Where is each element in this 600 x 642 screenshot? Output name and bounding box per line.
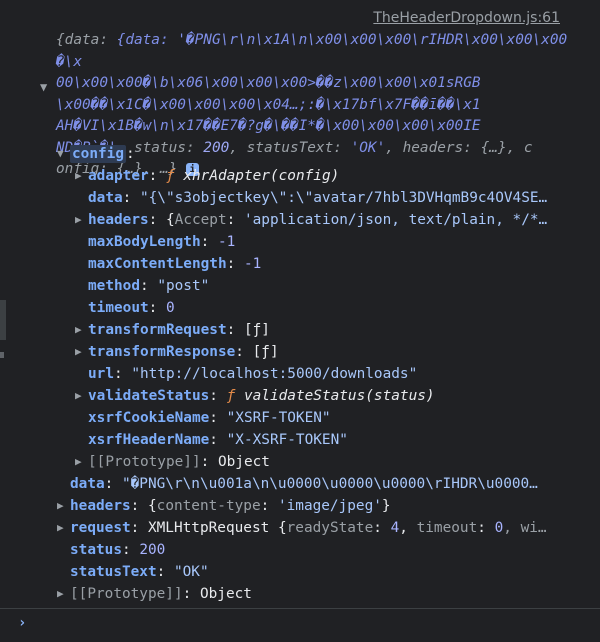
response-request-row[interactable]: request: XMLHttpRequest {readyState: 4, …	[70, 517, 590, 539]
config-prototype-row[interactable]: [[Prototype]]: Object	[88, 451, 270, 473]
config-adapter-row[interactable]: adapter: ƒ xhrAdapter(config)	[88, 165, 339, 187]
expand-arrow-icon[interactable]: ▼	[40, 80, 47, 94]
config-url-row[interactable]: url: "http://localhost:5000/downloads"	[88, 363, 417, 385]
config-xsrfheadername-row[interactable]: xsrfHeaderName: "X-XSRF-TOKEN"	[88, 429, 348, 451]
console-prompt-icon: ›	[18, 615, 27, 631]
config-transformresponse-row[interactable]: transformResponse: [ƒ]	[88, 341, 279, 363]
collapse-config-icon[interactable]: ▼	[57, 147, 67, 160]
response-statustext-row[interactable]: statusText: "OK"	[70, 561, 209, 583]
summary-line-1: {data: {data: '�PNG\r\n\x1A\n\x00\x00\x0…	[56, 32, 568, 70]
expand-validatestatus-icon[interactable]: ▶	[75, 389, 85, 402]
config-xsrfcookiename-row[interactable]: xsrfCookieName: "XSRF-TOKEN"	[88, 407, 331, 429]
expand-response-prototype-icon[interactable]: ▶	[57, 587, 67, 600]
source-file-link[interactable]: TheHeaderDropdown.js:61	[373, 10, 560, 26]
expand-adapter-icon[interactable]: ▶	[75, 169, 85, 182]
config-timeout-row[interactable]: timeout: 0	[88, 297, 175, 319]
expand-transformresponse-icon[interactable]: ▶	[75, 345, 85, 358]
config-row[interactable]: config:	[70, 143, 135, 165]
config-method-row[interactable]: method: "post"	[88, 275, 209, 297]
response-headers-row[interactable]: headers: {content-type: 'image/jpeg'}	[70, 495, 391, 517]
summary-line-2: 00\x00\x00�\b\x06\x00\x00\x00>��z\x00\x0…	[56, 75, 481, 91]
response-prototype-row[interactable]: [[Prototype]]: Object	[70, 583, 252, 605]
response-data-row[interactable]: data: "�PNG\r\n\u001a\n\u0000\u0000\u000…	[70, 473, 590, 495]
expand-request-icon[interactable]: ▶	[57, 521, 67, 534]
config-maxcontentlength-row[interactable]: maxContentLength: -1	[88, 253, 261, 275]
summary-line-4: AH�VI\x1B�w\n\x17��E7�?g�\��I*�\x00\x00\…	[56, 118, 481, 134]
gutter-tick	[0, 352, 4, 358]
config-key: config	[70, 145, 126, 163]
expand-headers-icon[interactable]: ▶	[75, 213, 85, 226]
console-input[interactable]: ›	[0, 608, 600, 642]
config-headers-row[interactable]: headers: {Accept: 'application/json, tex…	[88, 209, 588, 231]
expand-response-headers-icon[interactable]: ▶	[57, 499, 67, 512]
config-maxbodylength-row[interactable]: maxBodyLength: -1	[88, 231, 235, 253]
expand-config-prototype-icon[interactable]: ▶	[75, 455, 85, 468]
summary-line-3: \x00��\x1C�\x00\x00\x00\x04…;:�\x17bf\x7…	[56, 96, 481, 113]
response-status-row[interactable]: status: 200	[70, 539, 165, 561]
config-data-row[interactable]: data: "{\"s3objectkey\":\"avatar/7hbl3DV…	[88, 187, 588, 209]
expand-transformrequest-icon[interactable]: ▶	[75, 323, 85, 336]
gutter-scroll-marker	[0, 300, 6, 340]
config-validatestatus-row[interactable]: validateStatus: ƒ validateStatus(status)	[88, 385, 435, 407]
config-transformrequest-row[interactable]: transformRequest: [ƒ]	[88, 319, 270, 341]
